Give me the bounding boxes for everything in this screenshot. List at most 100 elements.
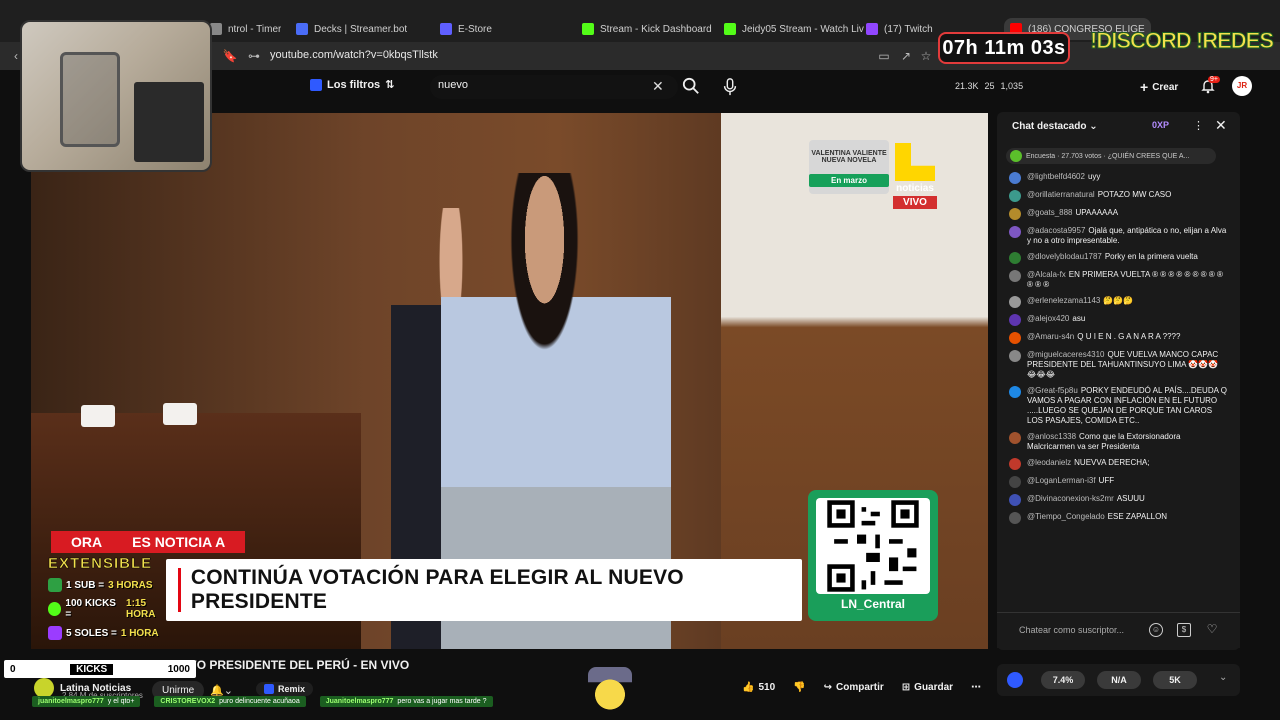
kicks-current: 0 [10, 663, 16, 675]
browser-tab[interactable]: Jeidy05 Stream - Watch Liv [724, 18, 864, 40]
tab-label: E-Store [458, 23, 492, 35]
chat-avatar[interactable] [1009, 458, 1021, 470]
like-button[interactable]: 👍 510 [742, 682, 775, 693]
microphone-icon[interactable] [722, 78, 738, 96]
star-icon[interactable]: ☆ [918, 48, 934, 64]
chat-username[interactable]: @Great-f5p8u [1027, 386, 1078, 395]
filters-button[interactable]: Los filtros ⇅ [310, 78, 394, 91]
chat-avatar[interactable] [1009, 386, 1021, 398]
chat-avatar[interactable] [1009, 190, 1021, 202]
browser-tab[interactable]: Decks | Streamer.bot [296, 18, 407, 40]
poll-banner[interactable]: Encuesta · 27.703 votos · ¿QUIÉN CREES Q… [1006, 148, 1216, 164]
search-input[interactable] [438, 79, 638, 91]
browser-tab[interactable]: E-Store [440, 18, 492, 40]
chat-avatar[interactable] [1009, 270, 1021, 282]
chat-username[interactable]: @anlosc1338 [1027, 432, 1076, 441]
create-label: Crear [1152, 81, 1179, 93]
chat-username[interactable]: @alejox420 [1027, 314, 1069, 323]
xp-badge[interactable]: 0XP [1152, 120, 1169, 130]
latina-logo-icon [895, 143, 935, 181]
chat-avatar[interactable] [1009, 476, 1021, 488]
chat-username[interactable]: @Alcala-fx [1027, 270, 1066, 279]
chat-close-icon[interactable]: ✕ [1215, 117, 1227, 134]
chat-avatar[interactable] [1009, 252, 1021, 264]
chat-username[interactable]: @dlovelyblodau1787 [1027, 252, 1102, 261]
share-icon[interactable]: ↗ [898, 48, 914, 64]
chat-message: @erlenelezama1143 🤔🤔🤔 [1009, 296, 1227, 308]
sliders-icon: ⇅ [385, 79, 395, 91]
views-stat: 21.3K [955, 81, 979, 91]
site-info-icon[interactable]: ⊶ [246, 48, 262, 64]
chat-username[interactable]: @Tiempo_Congelado [1027, 512, 1105, 521]
create-button[interactable]: + Crear [1140, 77, 1178, 97]
share-button[interactable]: ↪ Compartir [824, 682, 884, 693]
chat-username[interactable]: @leodanielz [1027, 458, 1071, 467]
chat-avatar[interactable] [1009, 350, 1021, 362]
chat-text: ASUUU [1116, 494, 1145, 503]
chat-text: POTAZO MW CASO [1097, 190, 1172, 199]
chat-menu-icon[interactable]: ⋮ [1193, 119, 1204, 132]
more-actions-button[interactable]: ⋯ [971, 682, 981, 693]
ticker-message: CRISTOREVOX2 puro delincuente acuñaoa [154, 696, 306, 707]
chat-avatar[interactable] [1009, 512, 1021, 524]
chat-username[interactable]: @orillatierranatural [1027, 190, 1095, 199]
search-icon[interactable] [682, 77, 700, 95]
tab-label: ntrol - Timer [228, 23, 282, 35]
chat-username[interactable]: @erlenelezama1143 [1027, 296, 1100, 305]
banner-accent-bar [178, 568, 181, 612]
like-count: 510 [758, 682, 776, 693]
tab-favicon-icon [582, 23, 594, 35]
chat-messages: @lightbelfd4602 uyy @orillatierranatural PO… [1009, 172, 1227, 530]
poll-icon [1010, 150, 1022, 162]
browser-tab[interactable]: Stream - Kick Dashboard [582, 18, 712, 40]
ticker-message: Juanitoelmaspro777 pero vas a jugar mas t… [319, 696, 493, 707]
search-box[interactable] [430, 75, 678, 99]
emoji-icon[interactable]: ☺ [1149, 623, 1163, 637]
logo-text: noticias [896, 183, 934, 194]
save-button[interactable]: ⊞ Guardar [902, 682, 953, 693]
browser-tab[interactable]: ntrol - Timer [210, 18, 281, 40]
money-icon[interactable]: $ [1177, 623, 1191, 637]
chat-avatar[interactable] [1009, 432, 1021, 444]
chat-avatar[interactable] [1009, 172, 1021, 184]
chat-avatar[interactable] [1009, 296, 1021, 308]
webcam-chair [60, 52, 120, 147]
video-cups [71, 401, 231, 431]
ticker-user: Juanitoelmaspro777 [325, 698, 394, 705]
chat-header: Chat destacado ⌄ 0XP ⋮ ✕ [997, 112, 1240, 140]
bookmark-icon[interactable]: 🔖 [222, 48, 238, 64]
remix-button[interactable]: Remix [256, 682, 314, 696]
chevron-down-icon[interactable]: ⌄ [1219, 672, 1227, 683]
url-text[interactable]: youtube.com/watch?v=0kbqsTllstk [270, 49, 438, 61]
chat-avatar[interactable] [1009, 314, 1021, 326]
channel-avatar[interactable] [34, 678, 54, 698]
chat-username[interactable]: @miguelcaceres4310 [1027, 350, 1105, 359]
chat-avatar[interactable] [1009, 494, 1021, 506]
profile-avatar[interactable]: JR [1232, 76, 1252, 96]
cast-icon[interactable]: ▭ [876, 48, 892, 64]
soles-icon [48, 626, 62, 640]
chat-avatar[interactable] [1009, 226, 1021, 238]
save-label: Guardar [914, 682, 954, 693]
chat-avatar[interactable] [1009, 208, 1021, 220]
clear-search-icon[interactable]: ✕ [652, 78, 664, 95]
browser-tab[interactable]: (17) Twitch [866, 18, 933, 40]
chat-username[interactable]: @Amaru-s4n [1027, 332, 1074, 341]
sub-icon [48, 578, 62, 592]
chat-username[interactable]: @lightbelfd4602 [1027, 172, 1085, 181]
heart-icon[interactable]: ♡ [1205, 623, 1219, 637]
chat-username[interactable]: @Divinaconexion-ks2mr [1027, 494, 1114, 503]
chat-input-area: Chatear como suscriptor... ☺ $ ♡ [997, 612, 1240, 648]
chat-mode-dropdown[interactable]: Chat destacado ⌄ [1012, 121, 1098, 132]
chat-avatar[interactable] [1009, 332, 1021, 344]
latina-noticias-logo: noticias VIVO [893, 143, 937, 215]
video-actions: 👍 510 👎 ↪ Compartir ⊞ Guardar ⋯ [742, 682, 981, 693]
qr-code-image [816, 498, 930, 594]
goal-sub-prefix: 1 SUB = [66, 579, 105, 591]
ticker-left-text: ORA [71, 534, 103, 550]
dislike-button[interactable]: 👎 [793, 682, 805, 693]
chat-username[interactable]: @goats_888 [1027, 208, 1073, 217]
chat-input[interactable]: Chatear como suscriptor... [1019, 625, 1124, 635]
chat-username[interactable]: @adacosta9957 [1027, 226, 1085, 235]
chat-username[interactable]: @LoganLerman-i3f [1027, 476, 1096, 485]
